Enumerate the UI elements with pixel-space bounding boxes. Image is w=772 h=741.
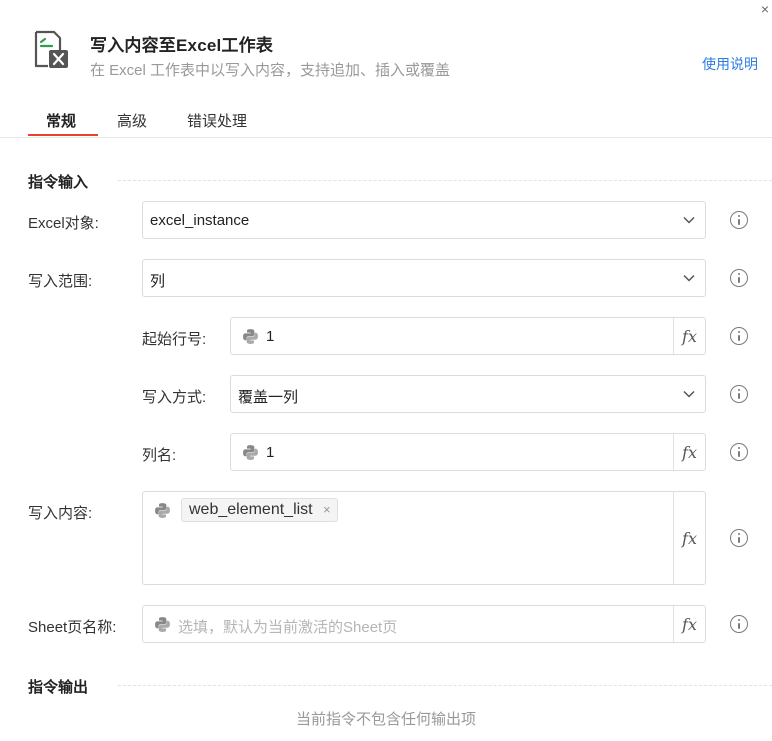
chevron-down-icon bbox=[683, 216, 695, 224]
active-tab-indicator bbox=[28, 134, 98, 136]
write-mode-label: 写入方式: bbox=[142, 389, 207, 406]
fx-button[interactable]: fx bbox=[673, 492, 705, 584]
sheet-name-placeholder: 选填，默认为当前激活的Sheet页 bbox=[178, 619, 398, 636]
section-title-output: 指令输出 bbox=[28, 679, 89, 696]
no-output-message: 当前指令不包含任何输出项 bbox=[295, 711, 476, 728]
dialog-title: 写入内容至Excel工作表 bbox=[90, 36, 274, 55]
info-icon[interactable] bbox=[730, 529, 748, 547]
sheet-name-label: Sheet页名称: bbox=[28, 619, 117, 636]
write-content-label: 写入内容: bbox=[28, 505, 93, 522]
info-icon[interactable] bbox=[730, 615, 748, 633]
write-range-select[interactable]: 列 bbox=[142, 259, 706, 297]
info-icon[interactable] bbox=[730, 269, 748, 287]
variable-tag: web_element_list × bbox=[181, 498, 338, 522]
start-row-input[interactable]: 1 fx bbox=[230, 317, 706, 355]
python-icon bbox=[155, 617, 170, 632]
info-icon[interactable] bbox=[730, 443, 748, 461]
column-name-label: 列名: bbox=[142, 447, 177, 464]
tab-advanced[interactable]: 高级 bbox=[117, 110, 147, 139]
column-name-input[interactable]: 1 fx bbox=[230, 433, 706, 471]
dialog-description: 在 Excel 工作表中以写入内容，支持追加、插入或覆盖 bbox=[90, 62, 451, 79]
sheet-name-input[interactable]: 选填，默认为当前激活的Sheet页 fx bbox=[142, 605, 706, 643]
help-link[interactable]: 使用说明 bbox=[702, 54, 758, 74]
excel-object-label: Excel对象: bbox=[28, 215, 99, 232]
python-icon bbox=[243, 445, 258, 460]
fx-button[interactable]: fx bbox=[673, 434, 705, 470]
section-divider bbox=[118, 685, 772, 686]
fx-button[interactable]: fx bbox=[673, 318, 705, 354]
python-icon bbox=[155, 503, 170, 518]
info-icon[interactable] bbox=[730, 385, 748, 403]
excel-object-value: excel_instance bbox=[150, 212, 250, 229]
start-row-value: 1 bbox=[266, 328, 275, 345]
info-icon[interactable] bbox=[730, 327, 748, 345]
write-range-value: 列 bbox=[150, 273, 166, 290]
write-content-input[interactable]: web_element_list × fx bbox=[142, 491, 706, 585]
write-mode-select[interactable]: 覆盖一列 bbox=[230, 375, 706, 413]
section-title-input: 指令输入 bbox=[28, 174, 89, 191]
section-divider bbox=[118, 180, 772, 181]
chevron-down-icon bbox=[683, 274, 695, 282]
dialog-header: 写入内容至Excel工作表 在 Excel 工作表中以写入内容，支持追加、插入或… bbox=[0, 0, 772, 100]
write-range-label: 写入范围: bbox=[28, 273, 93, 290]
info-icon[interactable] bbox=[730, 211, 748, 229]
fx-button[interactable]: fx bbox=[673, 606, 705, 642]
tag-close-icon[interactable]: × bbox=[323, 499, 331, 521]
chevron-down-icon bbox=[683, 390, 695, 398]
start-row-label: 起始行号: bbox=[142, 331, 207, 348]
excel-object-select[interactable]: excel_instance bbox=[142, 201, 706, 239]
write-mode-value: 覆盖一列 bbox=[238, 389, 299, 406]
tab-bar: 常规 高级 错误处理 bbox=[0, 104, 772, 138]
excel-document-icon bbox=[34, 30, 68, 68]
variable-tag-label: web_element_list bbox=[189, 501, 313, 518]
tab-error-handling[interactable]: 错误处理 bbox=[187, 110, 247, 139]
python-icon bbox=[243, 329, 258, 344]
column-name-value: 1 bbox=[266, 444, 275, 461]
